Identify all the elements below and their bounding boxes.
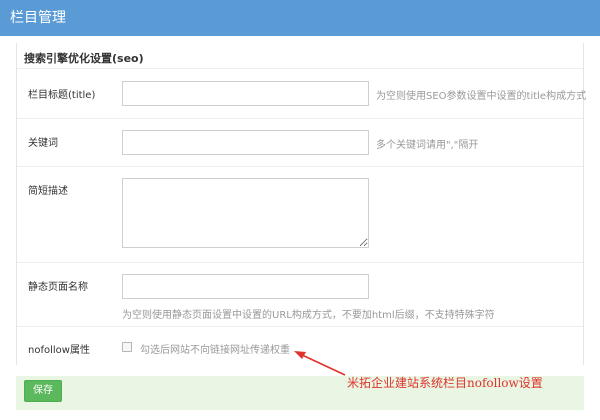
page-header: 栏目管理 [0,0,600,36]
divider [17,262,583,263]
divider [17,68,583,69]
divider [17,326,583,327]
annotation-text: 米拓企业建站系统栏目nofollow设置 [347,376,543,390]
static-page-field[interactable] [122,274,369,299]
keywords-field-label: 关键词 [28,138,58,149]
nofollow-checkbox[interactable] [122,342,132,352]
keywords-field-hint: 多个关键词请用","隔开 [376,140,479,151]
description-field-label: 简短描述 [28,186,68,197]
save-button[interactable]: 保存 [24,380,62,402]
static-page-field-hint: 为空则使用静态页面设置中设置的URL构成方式，不要加html后缀，不支持特殊字符 [122,310,495,321]
nofollow-label: nofollow属性 [28,345,90,356]
page-title: 栏目管理 [10,10,66,26]
title-field-hint: 为空则使用SEO参数设置中设置的title构成方式 [376,91,587,102]
section-title: 搜索引擎优化设置(seo) [24,52,144,65]
keywords-field[interactable] [122,130,369,155]
description-textarea[interactable] [122,178,369,248]
static-page-field-label: 静态页面名称 [28,282,88,293]
title-field-label: 栏目标题(title) [28,90,96,101]
divider [17,166,583,167]
divider [17,118,583,119]
title-field[interactable] [122,81,369,106]
nofollow-checkbox-label[interactable]: 勾选后网站不向链接网址传递权重 [140,341,290,356]
